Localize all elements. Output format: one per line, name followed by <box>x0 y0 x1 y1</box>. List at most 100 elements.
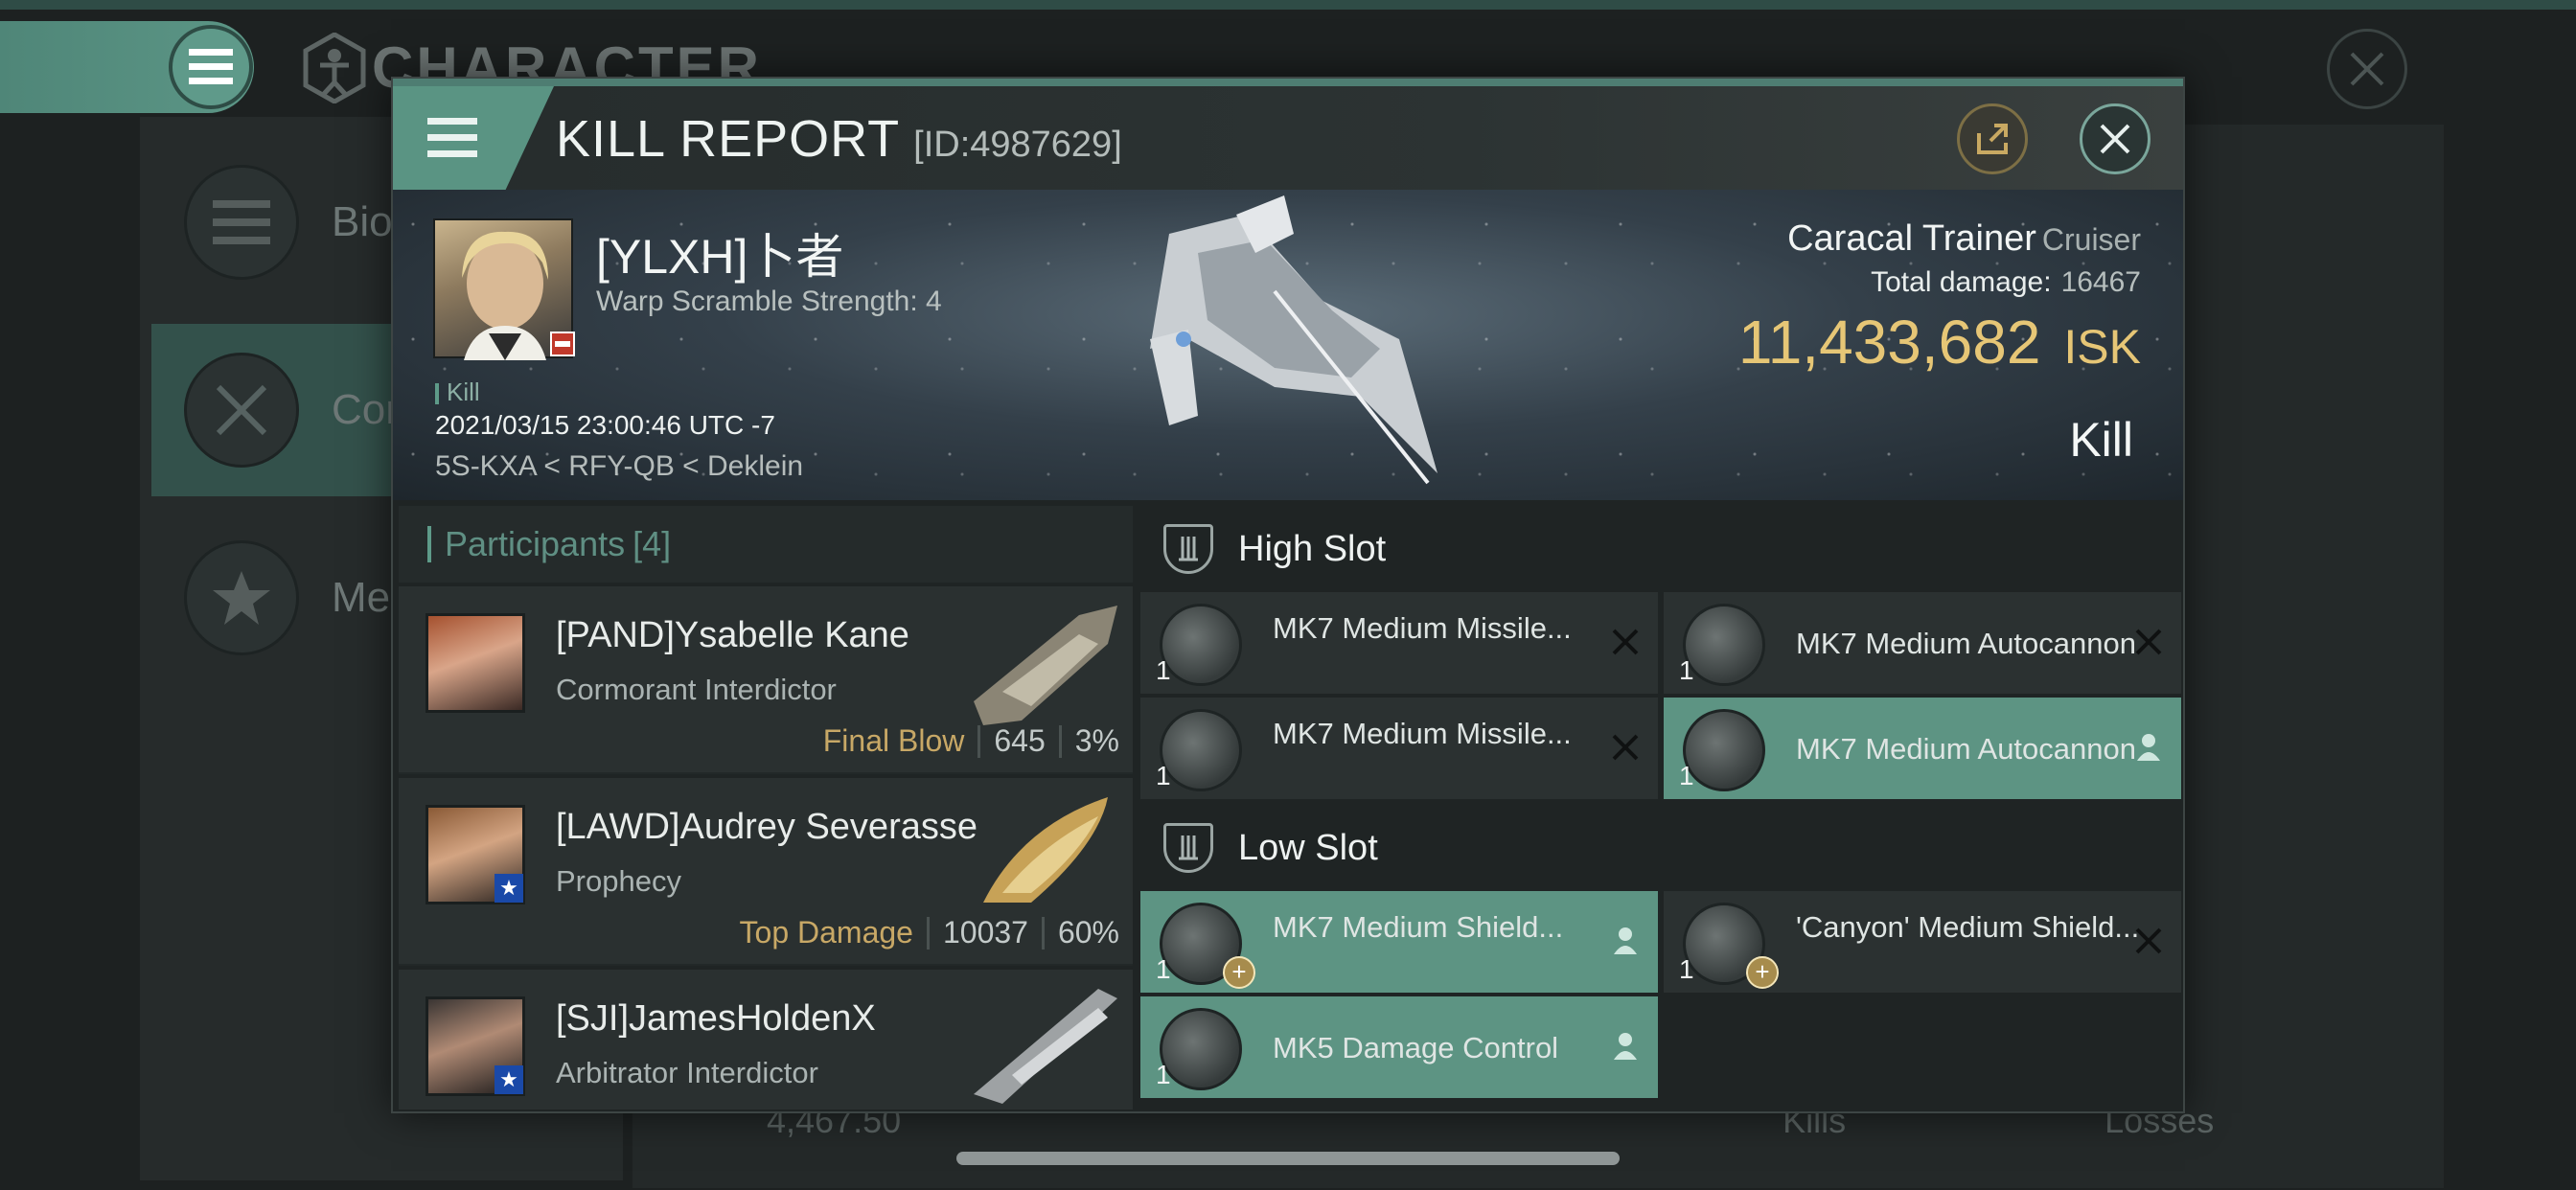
hamburger-icon <box>189 49 233 84</box>
participant-ship-image <box>974 606 1117 725</box>
high-slot-label: High Slot <box>1238 528 1387 569</box>
module-name: MK7 Medium Missile... <box>1273 717 1572 750</box>
autocannon-icon <box>1683 604 1765 686</box>
module-item[interactable]: 1 MK7 Medium Missile... <box>1140 698 1658 799</box>
kill-location[interactable]: 5S-KXA < RFY-QB < Deklein <box>435 450 803 483</box>
modal-title-text: KILL REPORT <box>556 110 901 168</box>
destroyed-icon <box>2135 927 2162 954</box>
participant-name: [LAWD]Audrey Severasse <box>556 807 978 847</box>
high-slot-icon <box>1163 524 1213 574</box>
modal-accent-line <box>393 79 2183 86</box>
participants-header: Participants [4] <box>399 506 1133 583</box>
low-slot-icon <box>1163 823 1213 873</box>
modal-header: KILL REPORT [ID:4987629] <box>393 86 2183 190</box>
module-qty: 1 <box>1679 761 1694 790</box>
ship-name[interactable]: Caracal Trainer <box>1787 218 2036 259</box>
participant-portrait <box>426 613 525 713</box>
total-damage-value: 16467 <box>2060 266 2141 298</box>
module-name: MK7 Medium Autocannon <box>1796 627 2136 660</box>
autocannon-icon <box>1683 709 1765 791</box>
module-item[interactable]: 1 MK7 Medium Autocannon <box>1664 592 2181 694</box>
total-damage-label: Total damage: <box>1871 266 2052 298</box>
list-icon <box>184 165 299 280</box>
background-close-button[interactable] <box>2327 29 2407 109</box>
damage-control-icon <box>1160 1008 1242 1090</box>
low-slot-label: Low Slot <box>1238 827 1378 868</box>
module-name: MK7 Medium Missile... <box>1273 611 1572 645</box>
participant-damage: 645 <box>994 723 1046 758</box>
modal-title: KILL REPORT [ID:4987629] <box>556 109 1122 169</box>
participant-damage: 10037 <box>942 915 1028 950</box>
module-name: MK7 Medium Autocannon <box>1796 732 2136 766</box>
module-name: 'Canyon' Medium Shield... <box>1796 910 2140 944</box>
share-icon <box>1977 124 2008 154</box>
star-icon <box>184 540 299 655</box>
result-label: Kill <box>2069 413 2133 467</box>
kill-banner: [YLXH]卜者 Warp Scramble Strength: 4 Kill … <box>393 190 2183 500</box>
dropped-icon <box>1614 1033 1637 1060</box>
destroyed-icon <box>1612 629 1639 655</box>
high-slot-grid: 1 MK7 Medium Missile... 1 MK7 Medium Aut… <box>1140 592 2181 799</box>
star-icon: ★ <box>494 874 523 903</box>
top-strip <box>0 0 2576 10</box>
kill-tag: Kill <box>435 378 480 407</box>
participant-stat-label: Top Damage <box>739 915 913 950</box>
kill-report-modal: KILL REPORT [ID:4987629] [YLXH]卜者 Warp Sc… <box>391 77 2185 1113</box>
isk-unit: ISK <box>2063 320 2141 374</box>
missile-launcher-icon <box>1160 604 1242 686</box>
main-menu-button[interactable] <box>169 25 253 109</box>
star-icon: ★ <box>494 1065 523 1094</box>
plus-icon: + <box>1746 956 1779 989</box>
home-indicator[interactable] <box>956 1152 1620 1165</box>
character-icon <box>303 33 366 103</box>
crossed-swords-icon <box>184 353 299 468</box>
high-slot-header: High Slot <box>1140 506 2181 592</box>
modal-menu-button[interactable] <box>393 86 554 190</box>
module-name: MK5 Damage Control <box>1273 1031 1559 1064</box>
participant-percent: 60% <box>1057 915 1119 950</box>
standing-badge <box>550 332 575 356</box>
module-qty: 1 <box>1156 761 1171 790</box>
module-qty: 1 <box>1679 954 1694 984</box>
missile-launcher-icon <box>1160 709 1242 791</box>
participant-row[interactable]: ★ [SJI]JamesHoldenX Arbitrator Interdict… <box>399 970 1133 1110</box>
participant-name: [SJI]JamesHoldenX <box>556 998 876 1039</box>
participant-row[interactable]: [PAND]Ysabelle Kane Cormorant Interdicto… <box>399 586 1133 774</box>
low-slot-header: Low Slot <box>1140 805 2181 891</box>
sidebar-item-label: Bio <box>332 198 393 245</box>
module-item[interactable]: 1 MK7 Medium Missile... <box>1140 592 1658 694</box>
kill-id: [ID:4987629] <box>913 125 1122 165</box>
participants-label: Participants <box>445 524 626 563</box>
participants-count: [4] <box>632 524 672 563</box>
share-button[interactable] <box>1957 103 2028 174</box>
victim-name[interactable]: [YLXH]卜者 <box>596 218 843 287</box>
sidebar-item-bio[interactable]: Bio <box>151 136 420 309</box>
module-qty: 1 <box>1156 655 1171 685</box>
victim-subtitle: Warp Scramble Strength: 4 <box>596 286 942 317</box>
total-damage: Total damage: 16467 <box>1871 266 2141 299</box>
module-name: MK7 Medium Shield... <box>1273 910 1564 944</box>
module-item[interactable]: + 1 MK7 Medium Shield... <box>1140 891 1658 993</box>
participant-name: [PAND]Ysabelle Kane <box>556 615 909 655</box>
dropped-icon <box>2137 734 2160 761</box>
destroyed-icon <box>1612 734 1639 761</box>
fitting-panel: High Slot 1 MK7 Medium Missile... 1 MK7 … <box>1140 506 2181 1110</box>
participant-ship-image <box>974 989 1117 1104</box>
sidebar-item-medals[interactable]: Med <box>151 512 420 684</box>
participant-ship: Arbitrator Interdictor <box>556 1056 818 1089</box>
destroyed-icon <box>2135 629 2162 655</box>
participant-ship: Cormorant Interdictor <box>556 673 837 706</box>
kill-time: 2021/03/15 23:00:46 UTC -7 <box>435 410 775 440</box>
participant-row[interactable]: ★ [LAWD]Audrey Severasse Prophecy Top Da… <box>399 778 1133 966</box>
module-qty: 1 <box>1156 1060 1171 1089</box>
participant-stat-label: Final Blow <box>822 723 965 758</box>
sidebar-item-combat[interactable]: Con <box>151 324 420 496</box>
close-button[interactable] <box>2080 103 2150 174</box>
module-item[interactable]: 1 MK5 Damage Control <box>1140 996 1658 1098</box>
module-item[interactable]: + 1 'Canyon' Medium Shield... <box>1664 891 2181 993</box>
ship-class: Cruiser <box>2041 222 2141 257</box>
participant-percent: 3% <box>1074 723 1119 758</box>
participants-panel: Participants [4] [PAND]Ysabelle Kane Corm… <box>399 506 1133 1110</box>
module-item[interactable]: 1 MK7 Medium Autocannon <box>1664 698 2181 799</box>
isk-value: 11,433,682 <box>1737 308 2041 377</box>
